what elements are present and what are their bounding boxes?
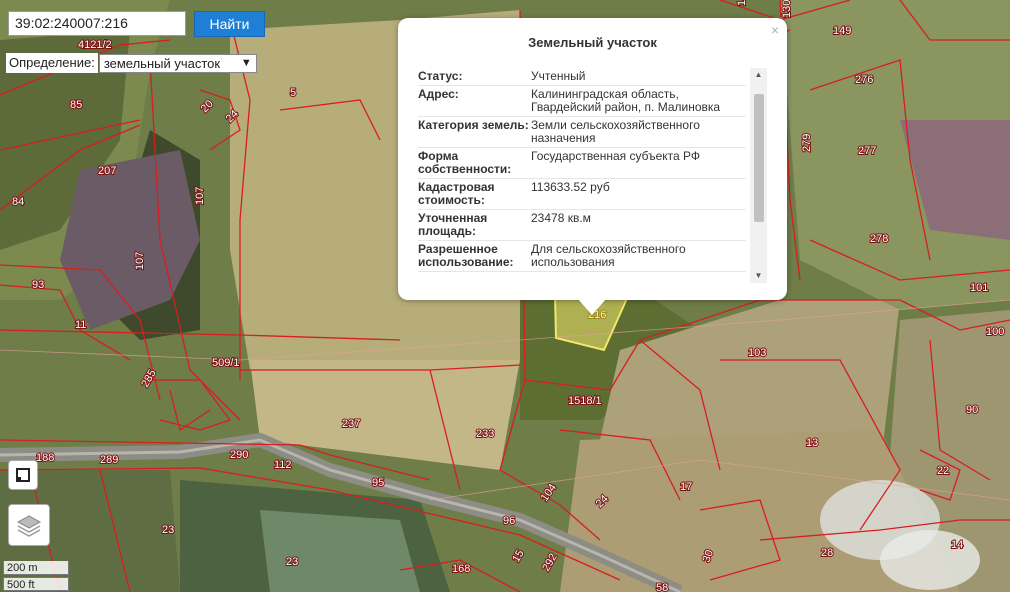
attribute-value: Учтенный xyxy=(531,69,586,83)
search-button[interactable]: Найти xyxy=(194,11,265,37)
definition-row: Определение: земельный участок ▼ xyxy=(6,53,257,73)
attribute-value: Калининградская область, Гвардейский рай… xyxy=(531,87,721,114)
parcel-label: 509/1 xyxy=(212,357,240,369)
parcel-label: 107 xyxy=(134,252,146,270)
parcel-label: 14 xyxy=(951,539,963,551)
parcel-label: 112 xyxy=(274,459,292,471)
attribute-key: Статус: xyxy=(418,69,463,83)
parcel-label: 13 xyxy=(806,437,818,449)
parcel-label: 28 xyxy=(821,547,833,559)
parcel-label: 5 xyxy=(290,87,296,99)
attribute-value: 113633.52 руб xyxy=(531,180,610,194)
parcel-label: 103 xyxy=(748,347,766,359)
parcel-label: 278 xyxy=(870,233,888,245)
parcel-label: 95 xyxy=(372,477,384,489)
layers-button[interactable] xyxy=(8,504,50,546)
attribute-key: Кадастровая стоимость: xyxy=(418,180,495,207)
parcel-label: 279 xyxy=(801,134,813,152)
definition-select[interactable]: земельный участок ▼ xyxy=(98,53,257,73)
attribute-table: Статус: Учтенный Адрес: Калининградская об… xyxy=(418,68,746,283)
parcel-label: 107 xyxy=(194,187,206,205)
attribute-key: Разрешенное использование: xyxy=(418,242,514,269)
attribute-key: Уточненная площадь: xyxy=(418,211,488,238)
scroll-up-icon[interactable]: ▲ xyxy=(750,68,767,82)
definition-label: Определение: xyxy=(6,53,98,73)
popup-title: Земельный участок xyxy=(528,35,657,50)
attribute-row: Разрешенное использование: Для сельскохоз… xyxy=(418,241,746,272)
parcel-label: 4121/2 xyxy=(78,39,112,51)
chevron-down-icon: ▼ xyxy=(240,56,252,69)
parcel-label: 100 xyxy=(986,326,1004,338)
parcel-label: 90 xyxy=(966,404,978,416)
parcel-label: 96 xyxy=(503,515,515,527)
parcel-label: 85 xyxy=(70,99,82,111)
parcel-info-popup: × Земельный участок Статус: Учтенный Адре… xyxy=(398,18,787,300)
parcel-label: 290 xyxy=(230,449,248,461)
parcel-label: 233 xyxy=(476,428,494,440)
popup-scrollbar[interactable]: ▲ ▼ xyxy=(750,68,767,283)
parcel-label: 101 xyxy=(970,282,988,294)
attribute-key: Адрес: xyxy=(418,87,459,101)
attribute-key: Форма собственности: xyxy=(418,149,512,176)
parcel-label: 289 xyxy=(100,454,118,466)
fullscreen-icon xyxy=(16,468,30,482)
parcel-label: 168 xyxy=(452,563,470,575)
scroll-thumb[interactable] xyxy=(754,94,764,222)
layers-icon xyxy=(16,515,42,537)
parcel-label: 23 xyxy=(162,524,174,536)
attribute-key: Категория земель: xyxy=(418,118,529,132)
parcel-label: 1518/1 xyxy=(568,395,602,407)
cadastral-search-input[interactable]: 39:02:240007:216 xyxy=(8,11,186,36)
attribute-value: 23478 кв.м xyxy=(531,211,591,225)
parcel-label: 58 xyxy=(656,582,668,592)
parcel-label: 93 xyxy=(32,279,44,291)
parcel-label: 149 xyxy=(833,25,851,37)
parcel-label: 277 xyxy=(858,145,876,157)
attribute-row: Уточненная площадь: 23478 кв.м xyxy=(418,210,746,241)
parcel-label: 130 xyxy=(781,0,793,18)
attribute-value: Для сельскохозяйственного использования xyxy=(531,242,686,269)
scale-bar-metric: 200 m xyxy=(3,561,69,575)
attribute-row: Категория земель: Земли сельскохозяйствен… xyxy=(418,117,746,148)
attribute-value: Государственная субъекта РФ xyxy=(531,149,701,163)
scale-bar-imperial: 500 ft xyxy=(3,577,69,591)
attribute-row: Статус: Учтенный xyxy=(418,68,746,86)
parcel-label: 84 xyxy=(12,196,24,208)
parcel-label: 17 xyxy=(680,481,692,493)
attribute-value: Земли сельскохозяйственного назначения xyxy=(531,118,700,145)
parcel-label: 147 xyxy=(736,0,748,6)
parcel-label: 207 xyxy=(98,165,116,177)
attribute-row: Адрес: Калининградская область, Гвардейск… xyxy=(418,86,746,117)
definition-selected-value: земельный участок xyxy=(103,55,221,71)
parcel-label: 23 xyxy=(286,556,298,568)
parcel-label: 188 xyxy=(36,452,54,464)
parcel-label: 11 xyxy=(75,319,86,331)
attribute-row: Форма собственности: Государственная субъ… xyxy=(418,148,746,179)
scroll-down-icon[interactable]: ▼ xyxy=(750,269,767,283)
parcel-label: 22 xyxy=(937,465,949,477)
parcel-label: 237 xyxy=(342,418,360,430)
attribute-row: Кадастровая стоимость: 113633.52 руб xyxy=(418,179,746,210)
popup-pointer xyxy=(578,299,606,315)
parcel-label: 276 xyxy=(855,74,873,86)
fullscreen-button[interactable] xyxy=(8,460,38,490)
